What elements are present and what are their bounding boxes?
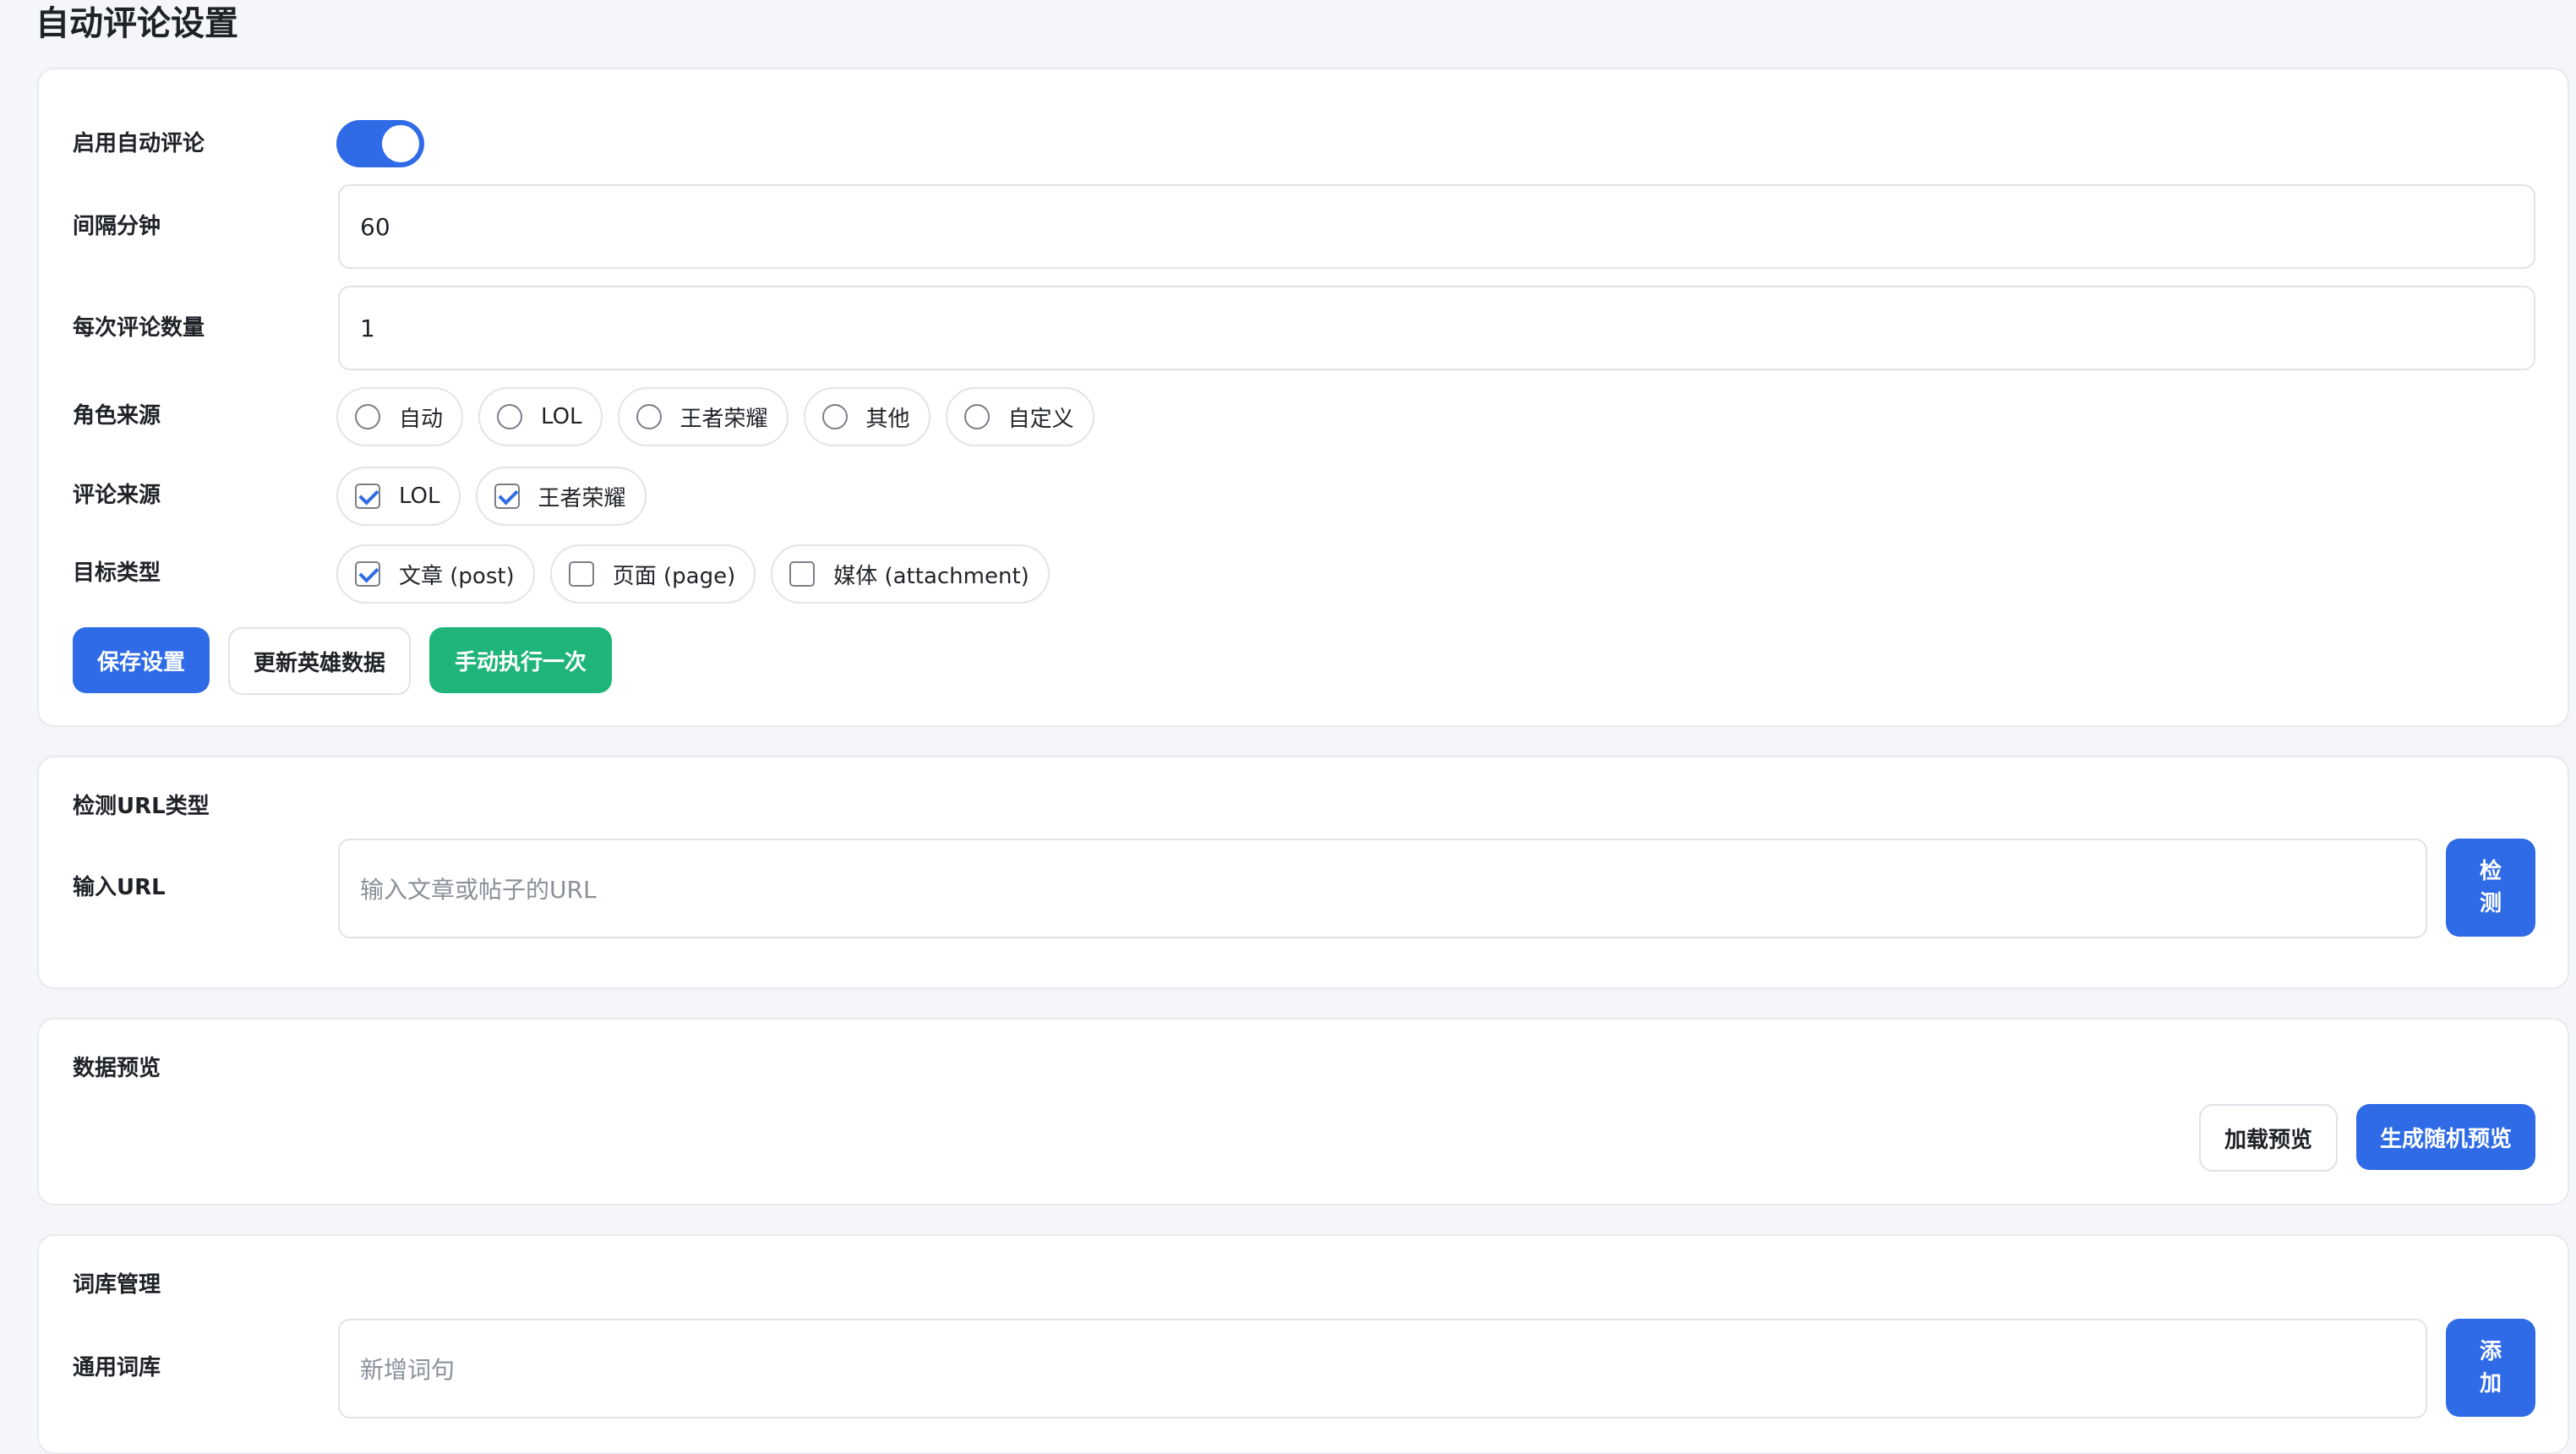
checkbox-icon xyxy=(568,561,594,587)
interval-label: 间隔分钟 xyxy=(73,214,161,239)
comment-source-label: 评论来源 xyxy=(73,483,161,508)
toggle-knob xyxy=(382,125,419,162)
target-type-option-post[interactable]: 文章 (post) xyxy=(336,544,535,604)
target-type-label: 目标类型 xyxy=(73,560,161,586)
radio-icon xyxy=(636,404,662,429)
detect-button-line2: 测 xyxy=(2479,891,2502,916)
option-label: 王者荣耀 xyxy=(679,406,768,432)
checkbox-icon xyxy=(789,561,816,587)
option-label: LOL xyxy=(541,404,582,429)
option-label: 自动 xyxy=(399,406,444,432)
target-type-option-page[interactable]: 页面 (page) xyxy=(549,544,756,604)
option-label: 王者荣耀 xyxy=(538,485,626,511)
lexicon-title: 词库管理 xyxy=(73,1272,161,1298)
data-preview-card: 数据预览 加载预览 生成随机预览 xyxy=(37,1018,2569,1205)
settings-card: 启用自动评论 间隔分钟 60 每次评论数量 1 角色来源 自动 LOL 王者荣耀… xyxy=(37,68,2569,727)
url-input[interactable]: 输入文章或帖子的URL xyxy=(338,839,2427,938)
option-label: 媒体 (attachment) xyxy=(833,563,1029,589)
general-lexicon-label: 通用词库 xyxy=(73,1355,161,1380)
option-label: 页面 (page) xyxy=(612,563,736,589)
load-preview-button[interactable]: 加载预览 xyxy=(2199,1104,2338,1172)
enable-label: 启用自动评论 xyxy=(73,131,205,156)
add-button-line1: 添 xyxy=(2479,1339,2502,1364)
update-heroes-button[interactable]: 更新英雄数据 xyxy=(228,627,411,695)
target-type-option-attachment[interactable]: 媒体 (attachment) xyxy=(771,544,1050,604)
add-button-line2: 加 xyxy=(2479,1371,2502,1397)
role-source-option-lol[interactable]: LOL xyxy=(478,387,603,446)
comment-source-group: LOL 王者荣耀 xyxy=(336,467,647,526)
role-source-option-auto[interactable]: 自动 xyxy=(336,387,464,446)
radio-icon xyxy=(821,404,848,429)
run-once-button[interactable]: 手动执行一次 xyxy=(429,627,612,693)
save-settings-button[interactable]: 保存设置 xyxy=(73,627,210,693)
radio-icon xyxy=(355,404,380,429)
add-phrase-button[interactable]: 添 加 xyxy=(2446,1319,2535,1417)
count-label: 每次评论数量 xyxy=(73,315,205,341)
option-label: 其他 xyxy=(865,406,910,432)
comment-source-option-lol[interactable]: LOL xyxy=(336,467,461,526)
checkbox-checked-icon xyxy=(355,561,380,587)
role-source-option-custom[interactable]: 自定义 xyxy=(945,387,1094,446)
enable-toggle[interactable] xyxy=(336,120,424,167)
checkbox-checked-icon xyxy=(355,484,380,509)
role-source-group: 自动 LOL 王者荣耀 其他 自定义 xyxy=(336,387,1094,446)
detect-url-title: 检测URL类型 xyxy=(73,794,210,819)
radio-icon xyxy=(963,404,990,429)
option-label: 自定义 xyxy=(1007,406,1074,432)
option-label: 文章 (post) xyxy=(399,563,515,589)
count-input[interactable]: 1 xyxy=(338,286,2535,370)
new-phrase-input[interactable]: 新增词句 xyxy=(338,1319,2427,1418)
role-source-option-wzry[interactable]: 王者荣耀 xyxy=(617,387,789,446)
checkbox-checked-icon xyxy=(494,484,520,509)
role-source-option-other[interactable]: 其他 xyxy=(803,387,931,446)
detect-url-card: 检测URL类型 输入URL 输入文章或帖子的URL 检 测 xyxy=(37,756,2569,989)
random-preview-button[interactable]: 生成随机预览 xyxy=(2356,1104,2535,1170)
radio-icon xyxy=(497,404,523,429)
lexicon-card: 词库管理 通用词库 新增词句 添 加 xyxy=(37,1234,2569,1454)
option-label: LOL xyxy=(399,484,440,509)
role-source-label: 角色来源 xyxy=(73,403,161,429)
interval-input[interactable]: 60 xyxy=(338,184,2535,269)
target-type-group: 文章 (post) 页面 (page) 媒体 (attachment) xyxy=(336,544,1050,604)
page-title: 自动评论设置 xyxy=(35,4,238,43)
url-input-label: 输入URL xyxy=(73,875,166,900)
detect-button[interactable]: 检 测 xyxy=(2446,839,2535,937)
data-preview-title: 数据预览 xyxy=(73,1056,161,1081)
comment-source-option-wzry[interactable]: 王者荣耀 xyxy=(475,467,647,526)
detect-button-line1: 检 xyxy=(2479,859,2502,884)
